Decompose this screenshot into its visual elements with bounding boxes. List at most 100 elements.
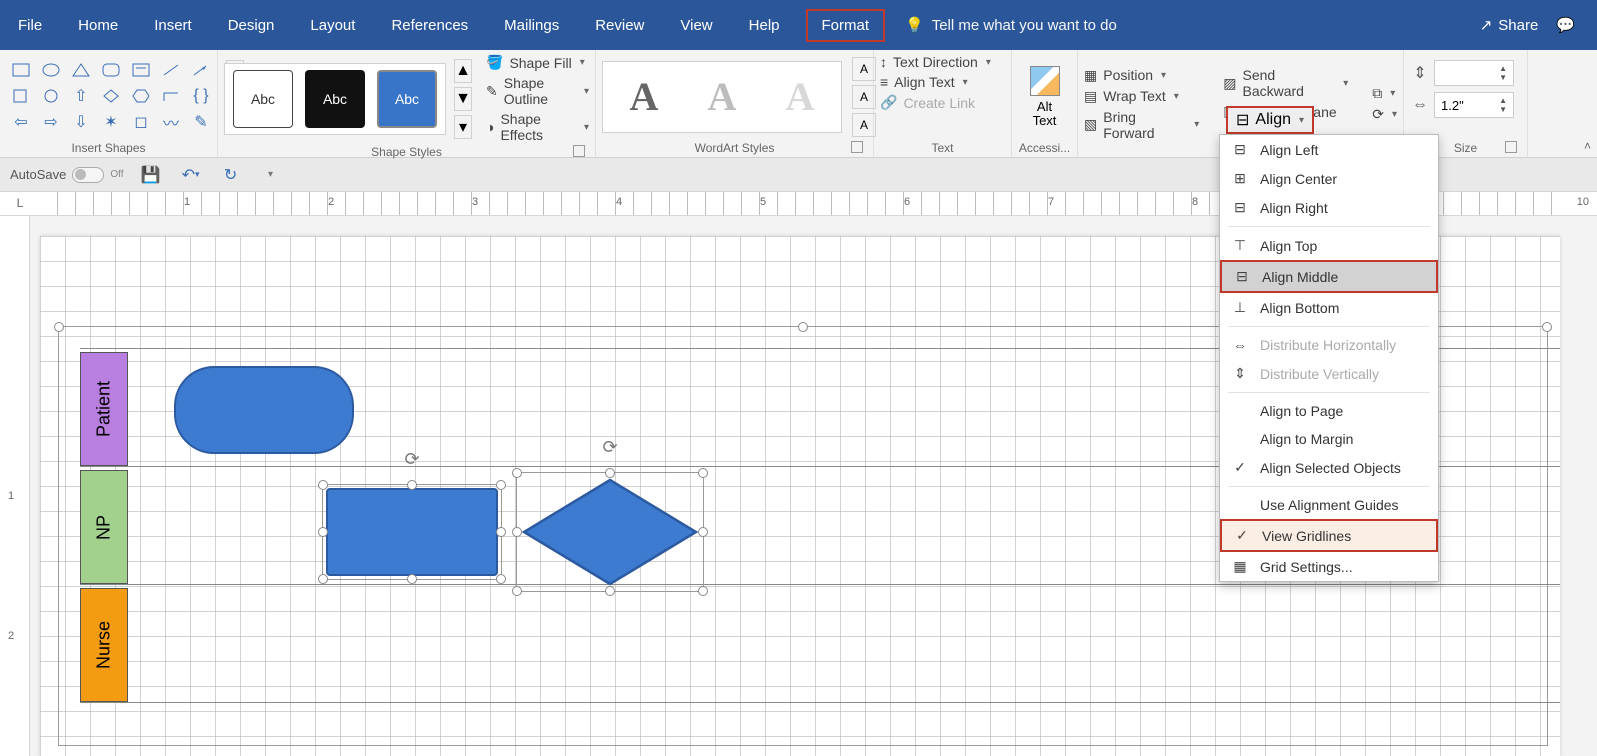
collapse-ribbon-button[interactable]: ˄ — [1584, 139, 1591, 153]
shapes-gallery[interactable]: ⇧ { } ⇦ ⇨ ⇩ ✶ ◻ 〰 ✎ — [6, 58, 218, 136]
shape-outline-button[interactable]: ✎ Shape Outline▾ — [486, 75, 589, 107]
shape-width-input[interactable]: 1.2" ▲▼ — [1434, 92, 1514, 118]
shape-rightarrow-icon[interactable]: ⇨ — [40, 112, 62, 132]
shape-width-value: 1.2" — [1441, 98, 1464, 113]
styles-scroll-down[interactable]: ▼ — [454, 87, 472, 111]
comments-icon[interactable]: 💬 — [1556, 16, 1575, 34]
style-swatch-2[interactable]: Abc — [305, 70, 365, 128]
shape-callout-icon[interactable]: ◻ — [130, 112, 152, 132]
rotate-handle-icon[interactable]: ⟳ — [602, 437, 617, 458]
shape-freeform-icon[interactable]: ✎ — [190, 112, 212, 132]
text-outline-button[interactable]: A — [852, 85, 876, 109]
position-button[interactable]: ▦Position▾ — [1084, 67, 1199, 84]
shape-terminator[interactable] — [174, 366, 354, 454]
shape-elbow-icon[interactable] — [160, 86, 182, 106]
tab-review[interactable]: Review — [577, 0, 662, 50]
tab-file[interactable]: File — [0, 0, 60, 50]
wordart-dialog-launcher[interactable] — [851, 141, 863, 153]
shape-bracket-icon[interactable]: { } — [190, 86, 212, 106]
wordart-swatch-1[interactable]: A — [609, 68, 679, 126]
shape-curve-icon[interactable]: 〰 — [160, 112, 182, 132]
align-bottom-icon: ⊥ — [1232, 299, 1248, 316]
save-button[interactable]: 💾 — [138, 162, 164, 188]
shape-process[interactable] — [326, 488, 498, 576]
share-button[interactable]: ↗ Share — [1480, 16, 1539, 34]
tab-help[interactable]: Help — [731, 0, 798, 50]
shape-styles-dialog-launcher[interactable] — [573, 145, 585, 157]
view-gridlines-item[interactable]: ✓View Gridlines — [1220, 519, 1438, 552]
shape-star-icon[interactable]: ✶ — [100, 112, 122, 132]
shape-effects-button[interactable]: ◑ Shape Effects▾ — [486, 111, 589, 143]
align-middle-item[interactable]: ⊟Align Middle — [1220, 260, 1438, 293]
align-text-button[interactable]: ≡ Align Text▾ — [880, 74, 968, 90]
tell-me-search[interactable]: 💡 Tell me what you want to do — [905, 16, 1117, 34]
shape-rect-icon[interactable] — [10, 60, 32, 80]
undo-button[interactable]: ↶▾ — [178, 162, 204, 188]
shape-roundrect-icon[interactable] — [100, 60, 122, 80]
tab-design[interactable]: Design — [210, 0, 293, 50]
tab-references[interactable]: References — [373, 0, 486, 50]
styles-scroll-up[interactable]: ▲ — [454, 59, 472, 83]
wrap-text-button[interactable]: ▤Wrap Text▾ — [1084, 88, 1199, 105]
text-fill-button[interactable]: A — [852, 57, 876, 81]
text-direction-button[interactable]: ↕ Text Direction▾ — [880, 54, 991, 70]
shape-fill-button[interactable]: 🪣 Shape Fill▾ — [486, 54, 589, 71]
lane-label-patient[interactable]: Patient — [80, 352, 128, 466]
styles-more-button[interactable]: ▾ — [454, 115, 472, 139]
shape-hex-icon[interactable] — [130, 86, 152, 106]
align-icon: ⊟ — [1236, 110, 1249, 130]
style-swatch-3[interactable]: Abc — [377, 70, 437, 128]
send-backward-button[interactable]: ▨Send Backward▾ — [1223, 67, 1348, 99]
wordart-gallery[interactable]: A A A — [602, 61, 842, 133]
align-bottom-item[interactable]: ⊥Align Bottom — [1220, 293, 1438, 322]
size-dialog-launcher[interactable] — [1505, 141, 1517, 153]
tab-format[interactable]: Format — [806, 9, 886, 42]
lane-label-nurse[interactable]: Nurse — [80, 588, 128, 702]
style-swatch-1[interactable]: Abc — [233, 70, 293, 128]
shape-style-gallery[interactable]: Abc Abc Abc — [224, 63, 446, 135]
align-selected-objects-item[interactable]: ✓Align Selected Objects — [1220, 453, 1438, 482]
vertical-ruler[interactable]: 1 2 — [0, 216, 30, 756]
wordart-swatch-3[interactable]: A — [765, 68, 835, 126]
shape-circle-icon[interactable] — [40, 86, 62, 106]
tell-me-label: Tell me what you want to do — [932, 17, 1117, 34]
tab-layout[interactable]: Layout — [292, 0, 373, 50]
use-alignment-guides-item[interactable]: Use Alignment Guides — [1220, 491, 1438, 519]
align-right-item[interactable]: ⊟Align Right — [1220, 193, 1438, 222]
shape-decision[interactable] — [520, 476, 700, 588]
tab-mailings[interactable]: Mailings — [486, 0, 577, 50]
tab-home[interactable]: Home — [60, 0, 136, 50]
shape-line-icon[interactable] — [160, 60, 182, 80]
text-effects-button[interactable]: A — [852, 113, 876, 137]
align-button[interactable]: ⊟ Align ▾ — [1226, 106, 1314, 134]
align-center-item[interactable]: ⊞Align Center — [1220, 164, 1438, 193]
shape-square-icon[interactable] — [10, 86, 32, 106]
shape-leftarrow-icon[interactable]: ⇦ — [10, 112, 32, 132]
shape-triangle-icon[interactable] — [70, 60, 92, 80]
alt-text-button[interactable]: Alt Text — [1022, 62, 1068, 132]
shape-diamond-icon[interactable] — [100, 86, 122, 106]
shape-downarrow-icon[interactable]: ⇩ — [70, 112, 92, 132]
lane-label-np[interactable]: NP — [80, 470, 128, 584]
qat-customize-button[interactable]: ▾ — [258, 162, 284, 188]
tab-view[interactable]: View — [662, 0, 730, 50]
rotate-button[interactable]: ⟳▾ — [1372, 106, 1397, 123]
align-to-page-item[interactable]: Align to Page — [1220, 397, 1438, 425]
align-to-margin-item[interactable]: Align to Margin — [1220, 425, 1438, 453]
shape-uparrow-icon[interactable]: ⇧ — [70, 86, 92, 106]
group-button[interactable]: ⧉▾ — [1372, 85, 1397, 102]
autosave-toggle[interactable]: AutoSave Off — [10, 167, 124, 183]
align-left-item[interactable]: ⊟Align Left — [1220, 135, 1438, 164]
alt-text-line2: Text — [1033, 114, 1057, 128]
shape-arrowline-icon[interactable] — [190, 60, 212, 80]
tab-insert[interactable]: Insert — [136, 0, 210, 50]
grid-settings-item[interactable]: ▦Grid Settings... — [1220, 552, 1438, 581]
bring-forward-button[interactable]: ▧Bring Forward▾ — [1084, 109, 1199, 141]
shape-oval-icon[interactable] — [40, 60, 62, 80]
align-top-item[interactable]: ⊤Align Top — [1220, 231, 1438, 260]
shape-textbox-icon[interactable] — [130, 60, 152, 80]
redo-button[interactable]: ↻ — [218, 162, 244, 188]
shape-height-input[interactable]: ▲▼ — [1434, 60, 1514, 86]
rotate-handle-icon[interactable]: ⟳ — [404, 449, 419, 470]
wordart-swatch-2[interactable]: A — [687, 68, 757, 126]
